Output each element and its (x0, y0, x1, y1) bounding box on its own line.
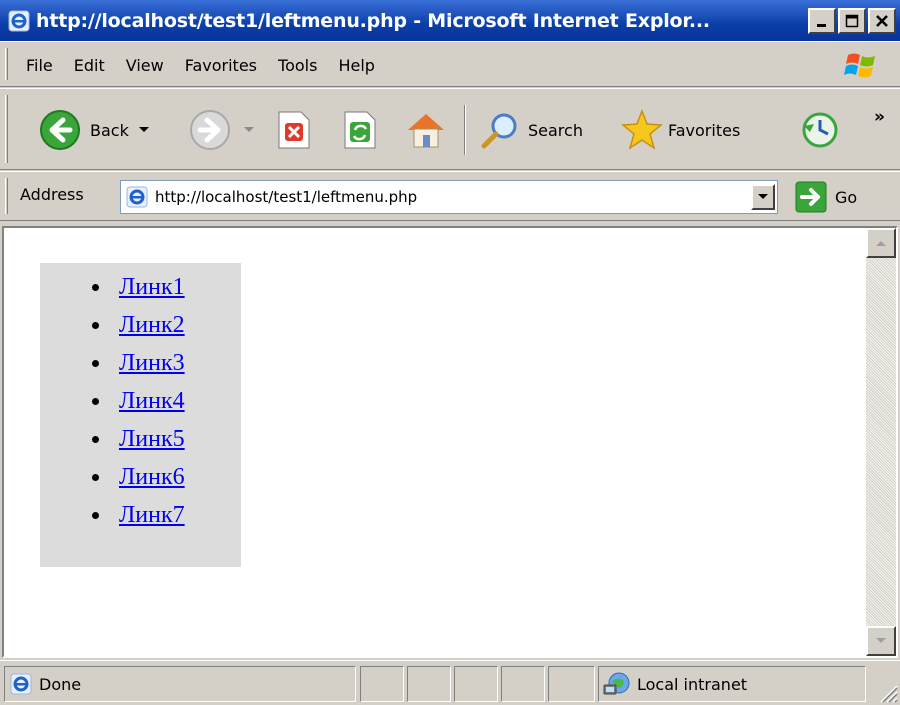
history-icon (802, 112, 838, 148)
address-field[interactable] (120, 180, 778, 214)
address-input[interactable] (155, 188, 715, 206)
list-item: Линк4 (92, 382, 185, 420)
toolbar-grip[interactable] (5, 95, 8, 163)
home-icon (408, 114, 444, 148)
page-done-icon (10, 673, 32, 695)
address-bar: Address Go (0, 171, 900, 221)
scroll-up-button[interactable] (866, 228, 896, 258)
standard-toolbar: Back Search Favorites » (0, 88, 900, 170)
go-arrow-icon (795, 181, 827, 213)
menu-view[interactable]: View (126, 56, 164, 75)
arrow-down-icon (876, 638, 886, 643)
bullet-icon (92, 511, 99, 519)
maximize-button[interactable] (838, 8, 866, 34)
menu-file[interactable]: File (26, 56, 53, 75)
arrow-up-icon (876, 241, 886, 246)
toolbar-separator (464, 105, 466, 155)
status-pane (454, 666, 498, 702)
address-bar-grip[interactable] (5, 178, 8, 214)
stop-icon (278, 111, 310, 149)
status-pane (501, 666, 545, 702)
favorites-button[interactable]: Favorites (620, 89, 740, 171)
bullet-icon (92, 321, 99, 329)
list-item: Линк2 (92, 306, 185, 344)
list-item: Линк5 (92, 420, 185, 458)
list-item: Линк3 (92, 344, 185, 382)
back-arrow-icon (40, 110, 80, 150)
list-item: Линк7 (92, 496, 185, 534)
menu-bar: File Edit View Favorites Tools Help (0, 41, 900, 87)
history-button[interactable] (798, 89, 842, 171)
star-icon (621, 108, 663, 150)
status-text: Done (39, 674, 82, 694)
forward-dropdown-icon[interactable] (242, 125, 256, 135)
windows-logo-icon (842, 47, 880, 83)
link-5[interactable]: Линк5 (119, 426, 185, 453)
home-button[interactable] (404, 89, 448, 171)
link-1[interactable]: Линк1 (119, 274, 185, 301)
stop-button[interactable] (276, 89, 312, 171)
menu-favorites[interactable]: Favorites (185, 56, 257, 75)
bullet-icon (92, 435, 99, 443)
refresh-icon (344, 111, 376, 149)
forward-arrow-icon (190, 110, 230, 150)
back-button[interactable]: Back (38, 89, 151, 171)
ie-icon (8, 10, 30, 31)
security-zone-label: Local intranet (637, 674, 748, 694)
minimize-button[interactable] (808, 8, 836, 34)
page-document: Линк1 Линк2 Линк3 Линк4 Линк5 Линк6 Линк… (4, 228, 866, 656)
page-icon (126, 186, 148, 208)
resize-grip-icon[interactable] (876, 681, 898, 703)
toolbar-overflow-button[interactable]: » (874, 89, 885, 171)
search-icon (481, 113, 517, 149)
address-dropdown-button[interactable] (751, 184, 775, 210)
back-label: Back (90, 120, 129, 140)
forward-button[interactable] (188, 89, 256, 171)
bullet-icon (92, 359, 99, 367)
bullet-icon (92, 397, 99, 405)
scroll-down-button[interactable] (866, 626, 896, 656)
list-item: Линк1 (92, 268, 185, 306)
vertical-scrollbar[interactable] (866, 228, 896, 656)
go-button[interactable]: Go (795, 181, 857, 213)
link-3[interactable]: Линк3 (119, 350, 185, 377)
bullet-icon (92, 473, 99, 481)
menu-edit[interactable]: Edit (74, 56, 105, 75)
menu-bar-grip[interactable] (5, 48, 8, 80)
maximize-icon (845, 14, 859, 28)
link-6[interactable]: Линк6 (119, 464, 185, 491)
link-4[interactable]: Линк4 (119, 388, 185, 415)
close-icon (876, 15, 888, 27)
link-7[interactable]: Линк7 (119, 502, 185, 529)
browser-viewport: Линк1 Линк2 Линк3 Линк4 Линк5 Линк6 Линк… (2, 226, 898, 658)
minimize-icon (817, 24, 826, 27)
favorites-label: Favorites (668, 120, 741, 140)
search-label: Search (528, 120, 583, 140)
status-pane (407, 666, 451, 702)
link-2[interactable]: Линк2 (119, 312, 185, 339)
refresh-button[interactable] (342, 89, 378, 171)
chevron-down-icon (758, 194, 768, 199)
go-label: Go (835, 187, 858, 207)
search-button[interactable]: Search (478, 89, 583, 171)
menu-tools[interactable]: Tools (278, 56, 317, 75)
back-dropdown-icon[interactable] (137, 125, 151, 135)
intranet-globe-icon (603, 672, 630, 695)
window-title: http://localhost/test1/leftmenu.php - Mi… (36, 9, 710, 32)
close-button[interactable] (868, 8, 896, 34)
title-bar[interactable]: http://localhost/test1/leftmenu.php - Mi… (0, 0, 900, 41)
menu-help[interactable]: Help (338, 56, 374, 75)
bullet-icon (92, 283, 99, 291)
link-list: Линк1 Линк2 Линк3 Линк4 Линк5 Линк6 Линк… (92, 268, 185, 534)
status-bar: Done Local intranet (0, 660, 900, 705)
list-item: Линк6 (92, 458, 185, 496)
security-zone-pane[interactable]: Local intranet (598, 666, 866, 702)
status-pane (360, 666, 404, 702)
status-pane (548, 666, 595, 702)
status-text-pane: Done (4, 666, 356, 702)
left-menu: Линк1 Линк2 Линк3 Линк4 Линк5 Линк6 Линк… (40, 263, 241, 567)
address-label: Address (20, 185, 84, 204)
